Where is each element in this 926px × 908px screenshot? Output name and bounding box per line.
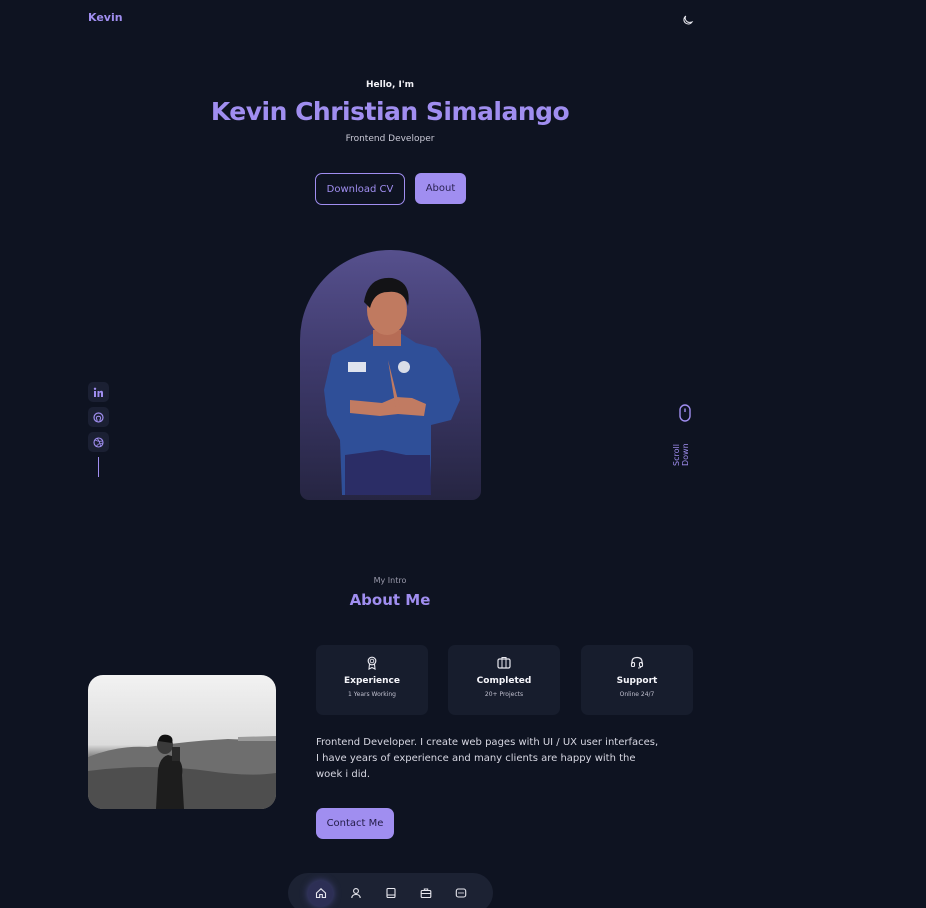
download-cv-button[interactable]: Download CV [315,173,405,205]
card-subtitle: Online 24/7 [619,691,655,698]
message-icon[interactable] [448,881,473,906]
dribbble-icon[interactable] [88,432,109,452]
user-icon[interactable] [343,881,368,906]
contact-me-button[interactable]: Contact Me [316,808,394,839]
card-subtitle: 1 Years Working [348,691,396,698]
file-icon[interactable] [378,881,403,906]
section-title: About Me [349,591,431,609]
profile-portrait [300,250,481,500]
headset-icon [581,656,693,670]
moon-icon[interactable] [682,11,694,25]
social-divider [98,457,99,477]
hero-name: Kevin Christian Simalango [210,97,570,126]
greeting: Hello, I'm [365,80,415,90]
about-button[interactable]: About [415,173,466,204]
completed-card: Completed 20+ Projects [448,645,560,715]
github-icon[interactable] [88,407,109,427]
experience-card: Experience 1 Years Working [316,645,428,715]
briefcase-icon[interactable] [413,881,438,906]
support-card: Support Online 24/7 [581,645,693,715]
linkedin-icon[interactable] [88,382,109,402]
home-icon[interactable] [308,880,333,906]
bottom-nav [288,873,493,908]
about-description: Frontend Developer. I create web pages w… [316,737,659,780]
card-title: Completed [476,676,532,686]
scroll-down-label[interactable]: Scroll Down [672,432,698,478]
hero-role: Frontend Developer [345,134,435,144]
briefcase-icon [448,656,560,670]
section-subtitle: My Intro [373,576,407,585]
card-title: Support [616,676,658,686]
award-icon [316,656,428,670]
card-subtitle: 20+ Projects [484,691,524,698]
about-photo [88,675,276,809]
mouse-icon [679,404,691,422]
logo[interactable]: Kevin [88,11,123,24]
card-title: Experience [344,676,400,686]
